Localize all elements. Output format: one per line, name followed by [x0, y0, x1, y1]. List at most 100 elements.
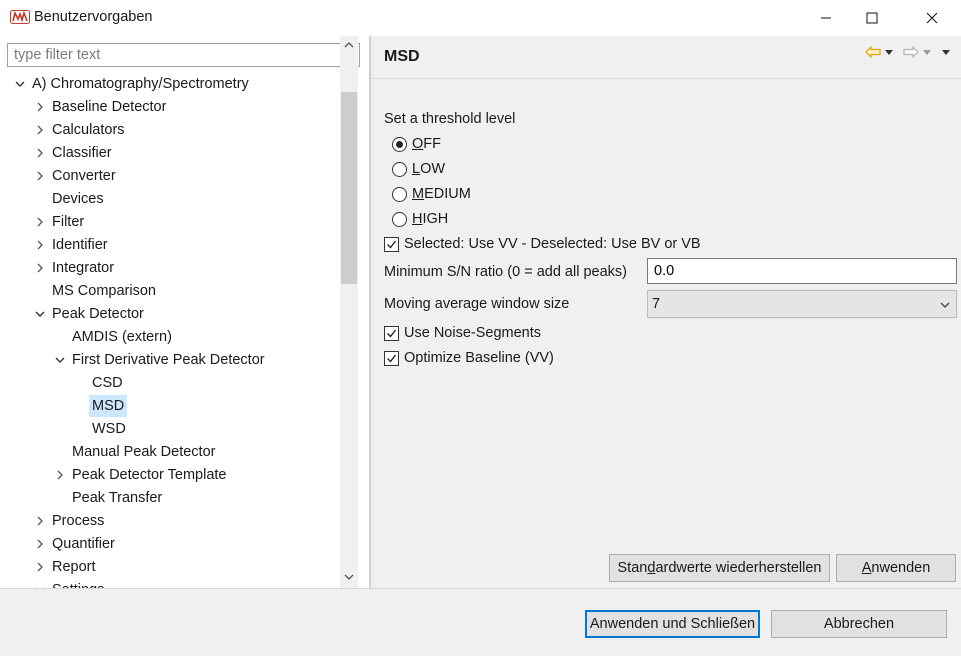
- optimize-baseline-checkbox[interactable]: [384, 350, 399, 366]
- tree-item[interactable]: Settings: [0, 579, 340, 588]
- tree-item[interactable]: Converter: [0, 165, 340, 187]
- noise-segments-checkbox-row[interactable]: Use Noise-Segments: [384, 322, 541, 344]
- tree-item-label: A) Chromatography/Spectrometry: [32, 76, 249, 92]
- radio-threshold-medium[interactable]: MEDIUM: [392, 183, 471, 205]
- checkmark-icon: [387, 354, 397, 363]
- chevron-right-icon[interactable]: [33, 119, 47, 141]
- tree-item[interactable]: Manual Peak Detector: [0, 441, 340, 463]
- arrow-left-icon: [865, 46, 881, 58]
- tree-item[interactable]: AMDIS (extern): [0, 326, 340, 348]
- chevron-right-icon[interactable]: [33, 533, 47, 555]
- preferences-tree: A) Chromatography/Spectrometry Baseline D…: [0, 72, 340, 588]
- noise-segments-checkbox[interactable]: [384, 325, 399, 341]
- cancel-button[interactable]: Abbrechen: [771, 610, 947, 638]
- tree-item[interactable]: Calculators: [0, 119, 340, 141]
- vv-checkbox-row[interactable]: Selected: Use VV - Deselected: Use BV or…: [384, 233, 701, 255]
- radio-threshold-off[interactable]: OFF: [392, 133, 441, 155]
- radio-button[interactable]: [392, 161, 407, 177]
- tree-item-label: AMDIS (extern): [72, 329, 172, 345]
- chevron-down-icon[interactable]: [53, 349, 67, 371]
- title-separator: [371, 78, 961, 79]
- chevron-down-icon[interactable]: [33, 303, 47, 325]
- chevron-right-icon[interactable]: [33, 142, 47, 164]
- tree-item[interactable]: Peak Detector Template: [0, 464, 340, 486]
- apply-and-close-button[interactable]: Anwenden und Schließen: [585, 610, 760, 638]
- filter-input[interactable]: [7, 43, 360, 67]
- scroll-up-arrow[interactable]: [340, 36, 358, 54]
- chevron-down-icon[interactable]: [13, 73, 27, 95]
- restore-defaults-button[interactable]: Stan d ardwerte wiederherstellen: [609, 554, 830, 582]
- back-button[interactable]: [865, 46, 881, 58]
- noise-segments-label: Use Noise-Segments: [404, 325, 541, 341]
- radio-label: MEDIUM: [412, 186, 471, 202]
- app-logo-icon: [10, 10, 30, 24]
- tree-item[interactable]: Integrator: [0, 257, 340, 279]
- chevron-up-icon: [344, 42, 354, 48]
- radio-threshold-high[interactable]: HIGH: [392, 208, 448, 230]
- window-size-value: 7: [652, 296, 661, 312]
- chevron-right-icon[interactable]: [33, 257, 47, 279]
- optimize-baseline-checkbox-row[interactable]: Optimize Baseline (VV): [384, 347, 554, 369]
- tree-item-label: Peak Detector Template: [72, 467, 227, 483]
- page-title: MSD: [384, 48, 420, 65]
- chevron-right-icon[interactable]: [33, 96, 47, 118]
- tree-item-label: MS Comparison: [52, 283, 156, 299]
- caret-down-icon: [923, 50, 931, 55]
- apply-button[interactable]: Anwenden: [836, 554, 956, 582]
- chevron-down-icon[interactable]: [33, 579, 47, 588]
- radio-threshold-low[interactable]: LOW: [392, 158, 445, 180]
- tree-item[interactable]: Process: [0, 510, 340, 532]
- tree-item-label: Settings: [49, 579, 107, 588]
- dialog-button-bar: Anwenden und Schließen Abbrechen: [0, 588, 961, 656]
- chevron-down-icon: [344, 574, 354, 580]
- radio-button[interactable]: [392, 211, 407, 227]
- tree-item[interactable]: Report: [0, 556, 340, 578]
- tree-item[interactable]: WSD: [0, 418, 340, 440]
- window-size-label: Moving average window size: [384, 296, 570, 312]
- forward-button[interactable]: [903, 46, 919, 58]
- tree-item-label: Identifier: [52, 237, 108, 253]
- tree-item[interactable]: Baseline Detector: [0, 96, 340, 118]
- close-button[interactable]: [909, 0, 955, 36]
- tree-item[interactable]: Identifier: [0, 234, 340, 256]
- tree-item[interactable]: CSD: [0, 372, 340, 394]
- tree-item-label: CSD: [92, 375, 123, 391]
- tree-item[interactable]: Filter: [0, 211, 340, 233]
- sn-ratio-input[interactable]: [647, 258, 957, 284]
- tree-item[interactable]: First Derivative Peak Detector: [0, 349, 340, 371]
- tree-item[interactable]: Quantifier: [0, 533, 340, 555]
- view-menu-icon: [942, 50, 950, 55]
- window-size-select[interactable]: 7: [647, 290, 957, 318]
- tree-item[interactable]: MS Comparison: [0, 280, 340, 302]
- tree-item-label: Manual Peak Detector: [72, 444, 216, 460]
- chevron-right-icon[interactable]: [33, 165, 47, 187]
- minimize-button[interactable]: [803, 0, 849, 36]
- tree-item[interactable]: Devices: [0, 188, 340, 210]
- radio-button[interactable]: [392, 186, 407, 202]
- scroll-down-arrow[interactable]: [340, 568, 358, 586]
- tree-item[interactable]: Peak Transfer: [0, 487, 340, 509]
- tree-item-label: Report: [52, 559, 96, 575]
- tree-item[interactable]: MSD: [0, 395, 340, 417]
- view-menu-button[interactable]: [941, 48, 951, 56]
- radio-label: LOW: [412, 161, 446, 177]
- chevron-right-icon[interactable]: [33, 556, 47, 578]
- tree-item[interactable]: A) Chromatography/Spectrometry: [0, 73, 340, 95]
- vv-checkbox[interactable]: [384, 236, 399, 252]
- tree-scrollbar[interactable]: [340, 36, 358, 588]
- tree-item[interactable]: Peak Detector: [0, 303, 340, 325]
- chevron-right-icon[interactable]: [53, 464, 67, 486]
- tree-item-label: Integrator: [52, 260, 115, 276]
- forward-menu-button[interactable]: [922, 48, 932, 56]
- tree-item-label: WSD: [92, 421, 126, 437]
- chevron-right-icon[interactable]: [33, 510, 47, 532]
- caret-down-icon: [885, 50, 893, 55]
- chevron-right-icon[interactable]: [33, 211, 47, 233]
- back-menu-button[interactable]: [884, 48, 894, 56]
- tree-item[interactable]: Classifier: [0, 142, 340, 164]
- tree-item-label: Peak Detector: [52, 306, 144, 322]
- scroll-thumb[interactable]: [341, 92, 357, 284]
- radio-button[interactable]: [392, 136, 407, 152]
- chevron-right-icon[interactable]: [33, 234, 47, 256]
- maximize-button[interactable]: [849, 0, 895, 36]
